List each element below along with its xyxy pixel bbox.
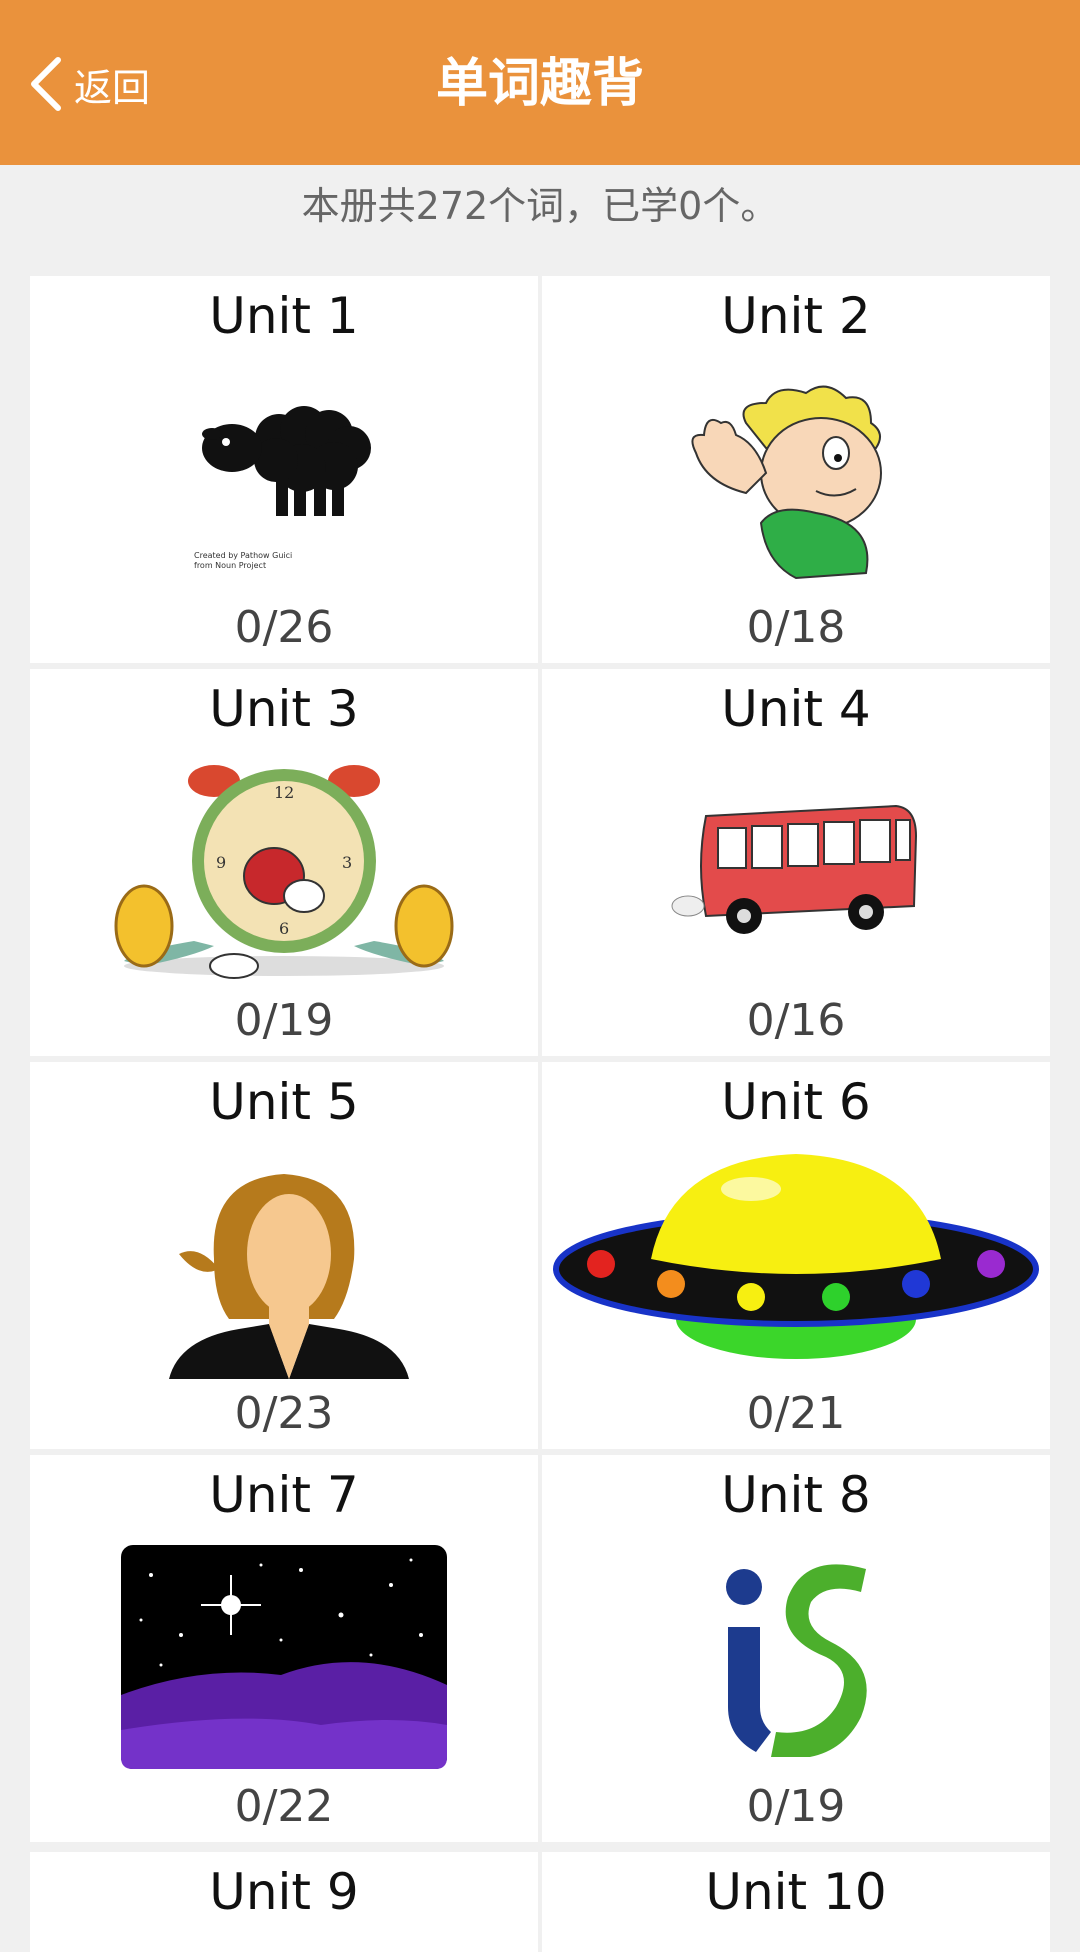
unit-title: Unit 1 — [209, 287, 359, 345]
is-logo-icon — [542, 1537, 1050, 1777]
unit-card-6[interactable]: Unit 6 0/21 — [542, 1062, 1050, 1449]
chevron-left-icon — [31, 57, 61, 111]
unit-progress: 0/19 — [746, 1781, 846, 1832]
back-label: 返回 — [74, 65, 151, 110]
sheep-credit-line2: from Noun Project — [194, 561, 266, 570]
svg-text:6: 6 — [279, 919, 289, 938]
unit-card-8[interactable]: Unit 8 0/19 — [542, 1455, 1050, 1842]
unit-card-9[interactable]: Unit 9 — [30, 1852, 538, 1952]
unit-title: Unit 2 — [721, 287, 871, 345]
unit-title: Unit 9 — [209, 1863, 359, 1921]
unit-title: Unit 10 — [705, 1863, 887, 1921]
unit-card-5[interactable]: Unit 5 0/23 — [30, 1062, 538, 1449]
unit-progress: 0/19 — [234, 995, 334, 1046]
sheep-icon: Created by Pathow Guici from Noun Projec… — [30, 358, 538, 598]
unit-card-3[interactable]: Unit 3 12 9 3 6 0/19 — [30, 669, 538, 1056]
unit-card-1[interactable]: Unit 1 Created by Pathow Guici from Noun… — [30, 276, 538, 663]
night-sky-icon — [30, 1537, 538, 1777]
unit-title: Unit 6 — [721, 1073, 871, 1131]
unit-card-2[interactable]: Unit 2 0/18 — [542, 276, 1050, 663]
unit-title: Unit 5 — [209, 1073, 359, 1131]
unit-card-10[interactable]: Unit 10 — [542, 1852, 1050, 1952]
unit-grid-partial-row: Unit 9 Unit 10 — [30, 1852, 1050, 1952]
woman-icon — [30, 1144, 538, 1384]
unit-title: Unit 7 — [209, 1466, 359, 1524]
unit-title: Unit 3 — [209, 680, 359, 738]
unit-card-4[interactable]: Unit 4 0/16 — [542, 669, 1050, 1056]
ufo-icon — [542, 1144, 1050, 1384]
app-header: 返回 单词趣背 — [0, 0, 1080, 165]
svg-text:9: 9 — [216, 853, 226, 872]
bus-icon — [542, 751, 1050, 991]
unit-card-7[interactable]: Unit 7 0/22 — [30, 1455, 538, 1842]
unit-progress: 0/26 — [234, 602, 334, 653]
unit-progress: 0/16 — [746, 995, 846, 1046]
page-title: 单词趣背 — [435, 54, 644, 114]
boy-listening-icon — [542, 358, 1050, 598]
yawning-clock-icon: 12 9 3 6 — [30, 751, 538, 991]
sheep-credit-line1: Created by Pathow Guici — [194, 551, 292, 560]
unit-grid: Unit 1 Created by Pathow Guici from Noun… — [30, 276, 1050, 1842]
svg-text:3: 3 — [342, 853, 352, 872]
unit-progress: 0/18 — [746, 602, 846, 653]
unit-title: Unit 8 — [721, 1466, 871, 1524]
svg-text:12: 12 — [274, 783, 294, 802]
unit-progress: 0/23 — [234, 1388, 334, 1439]
unit-progress: 0/22 — [234, 1781, 334, 1832]
unit-title: Unit 4 — [721, 680, 871, 738]
unit-progress: 0/21 — [746, 1388, 846, 1439]
back-button[interactable]: 返回 — [28, 52, 150, 116]
word-summary: 本册共272个词，已学0个。 — [301, 184, 779, 228]
